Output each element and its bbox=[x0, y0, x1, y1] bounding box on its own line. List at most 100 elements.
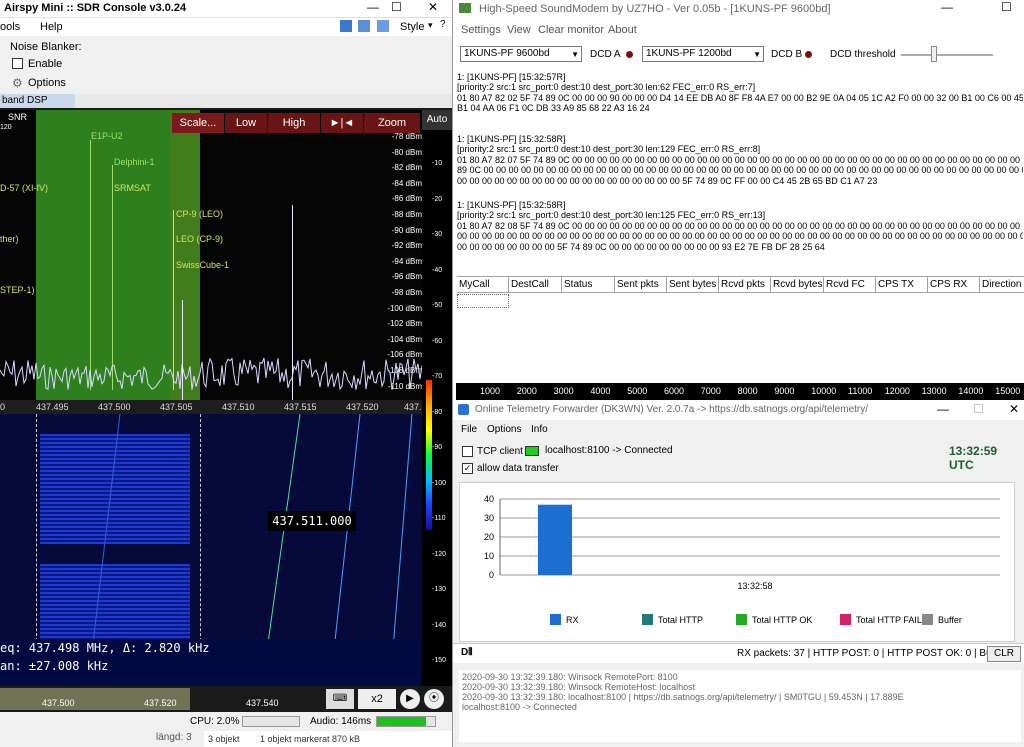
sat-label-srmsat: SRMSAT bbox=[114, 183, 151, 193]
dbm-tick: -78 dBm bbox=[391, 132, 422, 141]
ruler-tick: 4000 bbox=[590, 386, 611, 396]
col-status[interactable]: Status bbox=[562, 277, 615, 293]
zoom-button[interactable]: Zoom bbox=[364, 113, 420, 133]
keyboard-icon[interactable]: ⌨ bbox=[326, 689, 354, 709]
noise-blanker-panel: Noise Blanker: Enable ⚙ Options bbox=[0, 36, 452, 94]
menu-view[interactable]: View bbox=[507, 24, 531, 36]
play-icon[interactable]: ▶ bbox=[400, 689, 420, 709]
gear-icon[interactable]: ⚙ bbox=[12, 76, 23, 90]
stats-text: RX packets: 37 | HTTP POST: 0 | HTTP POS… bbox=[737, 648, 1017, 659]
lower-freq-tick: 437.520 bbox=[144, 698, 177, 708]
menu-file[interactable]: File bbox=[461, 424, 477, 435]
app-icon bbox=[458, 404, 469, 415]
legend-swatch bbox=[550, 614, 561, 625]
explorer-selected: 1 objekt markerat 870 kB bbox=[260, 734, 361, 744]
window-icon[interactable] bbox=[358, 20, 370, 32]
style-menu[interactable]: Style bbox=[400, 21, 424, 33]
band-dsp-tab[interactable]: band DSP bbox=[0, 94, 75, 108]
col-rcvd-pkts[interactable]: Rcvd pkts bbox=[719, 277, 771, 293]
step-button[interactable]: ►|◄ bbox=[321, 113, 363, 133]
enable-checkbox[interactable] bbox=[12, 58, 23, 69]
chevron-down-icon[interactable]: ▾ bbox=[428, 20, 433, 31]
layout-icon[interactable] bbox=[340, 20, 352, 32]
packet-bytes: 01 80 A7 82 02 5F 74 89 0C 00 00 00 90 0… bbox=[457, 92, 1023, 103]
level-tick: -30 bbox=[432, 231, 443, 238]
packet-bytes: 01 80 A7 82 08 5F 74 89 0C 00 00 00 00 0… bbox=[457, 220, 1023, 231]
col-rcvd-bytes[interactable]: Rcvd bytes bbox=[771, 277, 824, 293]
close-icon[interactable]: ✕ bbox=[428, 0, 438, 14]
col-cps-tx[interactable]: CPS TX bbox=[876, 277, 928, 293]
freq-tick: 437.500 bbox=[98, 402, 131, 412]
packet-bytes: 00 00 00 00 00 00 00 00 00 00 00 00 00 0… bbox=[457, 231, 1023, 242]
dbm-tick: -84 dBm bbox=[391, 178, 422, 188]
freq-tick: 437.495 bbox=[36, 402, 69, 412]
modem-a-select[interactable]: 1KUNS-PF 9600bd ▼ bbox=[460, 46, 582, 62]
help-icon[interactable]: ? bbox=[440, 19, 446, 30]
packet-bytes: 00 00 00 00 00 00 00 00 00 00 00 00 00 0… bbox=[457, 175, 878, 186]
modem-a-value: 1KUNS-PF 9600bd bbox=[464, 48, 550, 59]
connections-table: MyCall DestCall Status Sent pkts Sent by… bbox=[457, 276, 1024, 308]
packet-2: 1: [1KUNS-PF] [15:32:58R] [priority:2 sr… bbox=[457, 134, 1023, 186]
menu-about[interactable]: About bbox=[608, 24, 637, 36]
marker-frequency: 437.511.000 bbox=[268, 511, 356, 531]
slider-track bbox=[901, 54, 993, 56]
auto-button[interactable]: Auto bbox=[422, 110, 452, 130]
col-sent-pkts[interactable]: Sent pkts bbox=[615, 277, 667, 293]
menu-settings[interactable]: Settings bbox=[461, 24, 501, 36]
clr-button[interactable]: CLR bbox=[987, 646, 1021, 662]
options-button[interactable]: Options bbox=[28, 77, 66, 89]
high-button[interactable]: High bbox=[268, 113, 320, 133]
log-line: 2020-09-30 13:32:39.180: localhost:8100 … bbox=[462, 692, 904, 702]
menu-info[interactable]: Info bbox=[531, 424, 548, 435]
sdr-menubar: ools Help Style ▾ ? bbox=[0, 18, 452, 36]
maximize-icon[interactable]: ☐ bbox=[391, 0, 402, 14]
col-rcvd-fc[interactable]: Rcvd FC bbox=[824, 277, 876, 293]
telemetry-titlebar: Online Telemetry Forwarder (DK3WN) Ver. … bbox=[453, 400, 1024, 420]
minimize-icon[interactable]: — bbox=[937, 402, 949, 416]
col-cps-rx[interactable]: CPS RX bbox=[928, 277, 980, 293]
scale-button[interactable]: Scale... bbox=[172, 113, 224, 133]
close-icon[interactable]: ✕ bbox=[1009, 402, 1019, 416]
zoom-factor-button[interactable]: x2 bbox=[358, 689, 396, 709]
allow-transfer-checkbox[interactable]: ✓ bbox=[462, 463, 473, 474]
minimize-icon[interactable]: — bbox=[941, 0, 953, 14]
sdr-titlebar: Airspy Mini :: SDR Console v3.0.24 — ☐ ✕ bbox=[0, 0, 452, 18]
modem-b-select[interactable]: 1KUNS-PF 1200bd ▼ bbox=[642, 46, 764, 62]
ruler-tick: 8000 bbox=[737, 386, 758, 396]
menu-help[interactable]: Help bbox=[40, 21, 63, 33]
packet-bytes: 01 80 A7 82 07 5F 74 89 0C 00 00 00 00 0… bbox=[457, 154, 1023, 165]
ruler-tick: 6000 bbox=[664, 386, 685, 396]
packet-meta: [priority:2 src:1 src_port:0 dest:10 des… bbox=[457, 210, 766, 221]
level-tick: -20 bbox=[432, 195, 443, 203]
minimize-icon[interactable]: — bbox=[367, 0, 379, 14]
waterfall-display[interactable]: 437.511.000 eq: 437.498 MHz, Δ: 2.820 kH… bbox=[0, 414, 422, 686]
spectrum-display[interactable]: SNR 120 E1P-U2 Delphini-1 SRMSAT D-57 (X… bbox=[0, 110, 422, 400]
low-button[interactable]: Low bbox=[225, 113, 267, 133]
tcp-client-checkbox[interactable] bbox=[462, 446, 473, 457]
menu-clear-monitor[interactable]: Clear monitor bbox=[538, 24, 604, 36]
sat-label-swisscube: SwissCube-1 bbox=[176, 260, 230, 270]
col-destcall[interactable]: DestCall bbox=[509, 277, 562, 293]
record-icon[interactable]: ⦿ bbox=[424, 689, 444, 709]
soundmodem-window: High-Speed SoundModem by UZ7HO - Ver 0.0… bbox=[452, 0, 1024, 400]
ruler-tick: 13000 bbox=[921, 386, 947, 396]
menu-options[interactable]: Options bbox=[487, 424, 521, 435]
table-row-empty[interactable] bbox=[457, 294, 509, 308]
slider-thumb[interactable] bbox=[931, 46, 937, 62]
dcd-threshold-slider[interactable] bbox=[901, 44, 993, 66]
chart-nav-icon[interactable]: D⫴ bbox=[461, 647, 472, 658]
col-sent-bytes[interactable]: Sent bytes bbox=[667, 277, 719, 293]
level-tick: -100 bbox=[432, 479, 447, 487]
dbm-tick: -94 dBm bbox=[391, 256, 422, 266]
col-direction[interactable]: Direction bbox=[980, 277, 1024, 293]
dcd-b-label: DCD B bbox=[771, 49, 803, 60]
sat-label-step1: STEP-1) bbox=[0, 285, 35, 295]
maximize-icon[interactable]: ☐ bbox=[1001, 0, 1012, 14]
panel-icon[interactable] bbox=[377, 20, 389, 32]
maximize-icon[interactable]: ☐ bbox=[973, 402, 984, 416]
snr-label: SNR bbox=[8, 112, 28, 122]
sat-label-other: ther) bbox=[0, 234, 19, 244]
menu-tools[interactable]: ools bbox=[0, 21, 20, 33]
packet-meta: [priority:2 src:1 src_port:0 dest:10 des… bbox=[457, 82, 756, 93]
col-mycall[interactable]: MyCall bbox=[457, 277, 509, 293]
